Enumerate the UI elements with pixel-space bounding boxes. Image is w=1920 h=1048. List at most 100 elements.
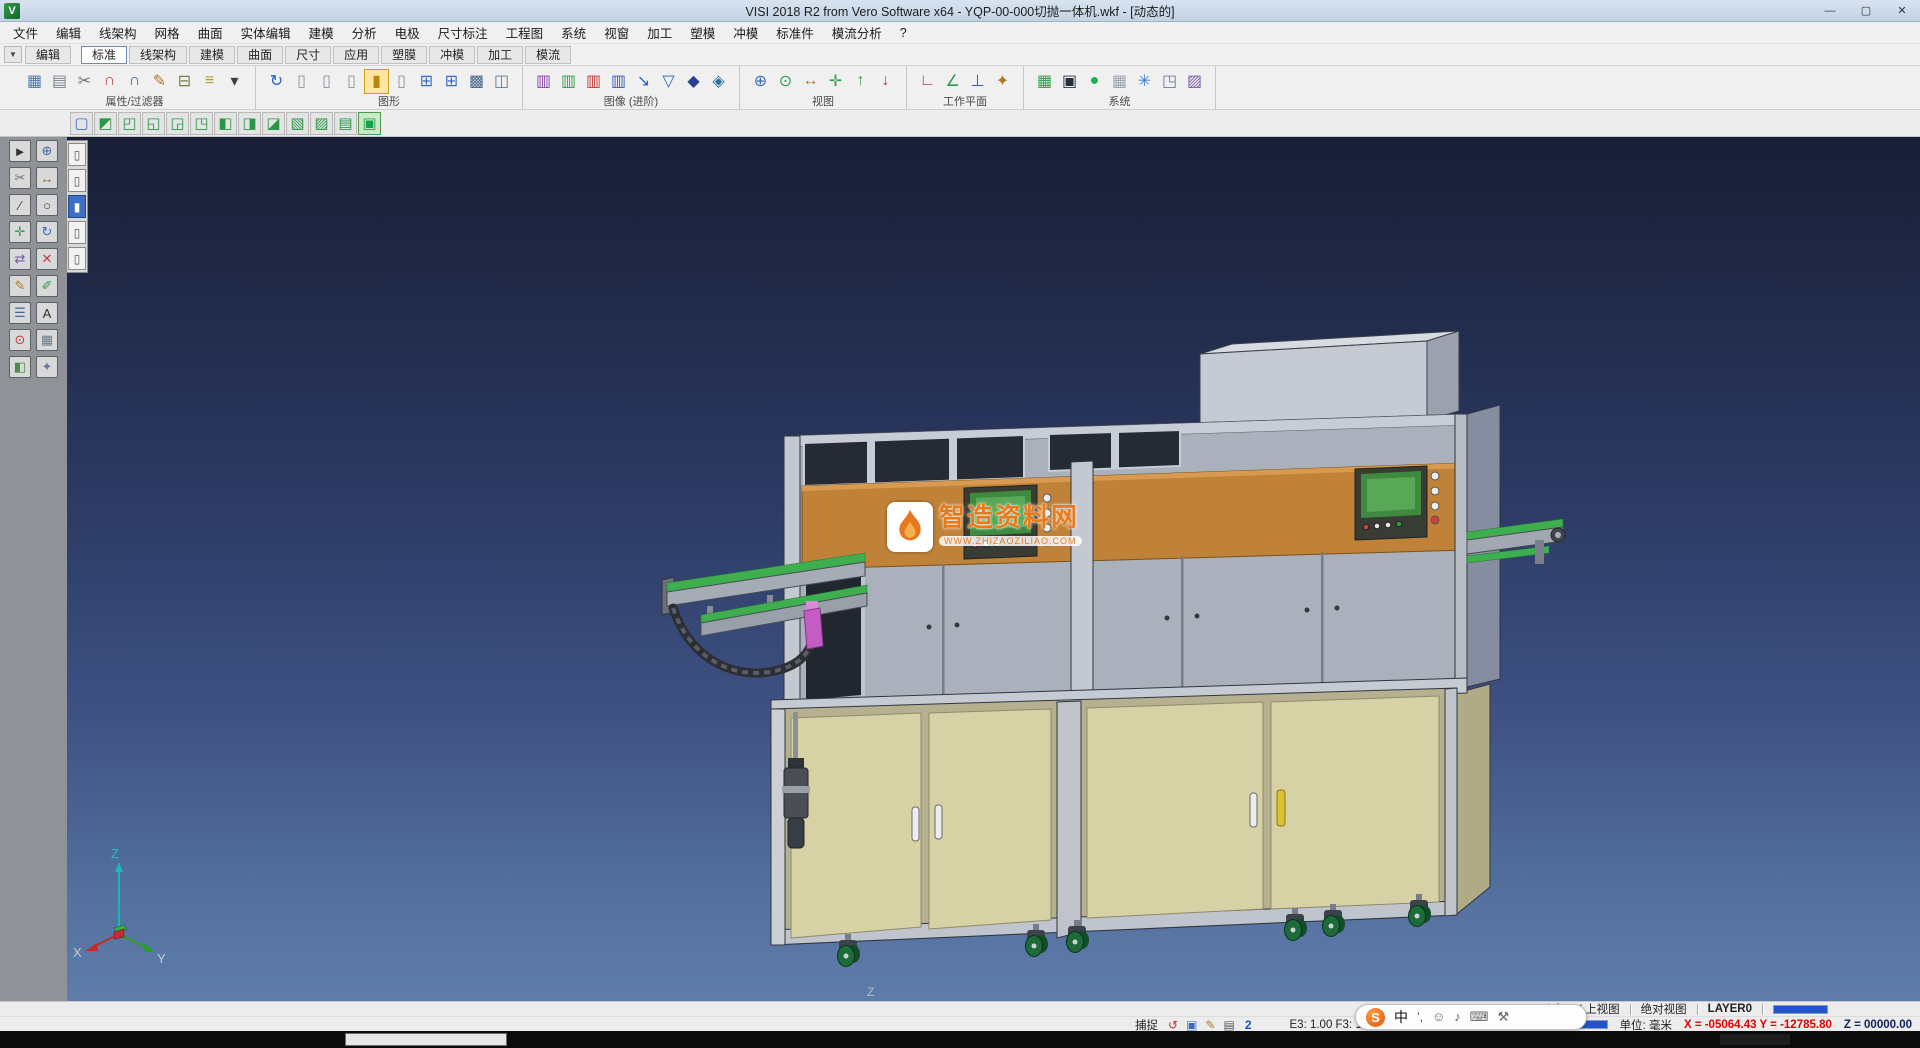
view-bottom-icon[interactable]: ◨	[238, 112, 261, 135]
zoom-window-icon[interactable]: ⊙	[773, 69, 798, 94]
menu-item[interactable]: 塑模	[681, 21, 724, 44]
os-taskbar[interactable]	[0, 1031, 1920, 1048]
erase-icon[interactable]: ⊟	[172, 69, 197, 94]
solid-cube-icon[interactable]: ◆	[681, 69, 706, 94]
image-icon[interactable]: ▣	[1186, 1018, 1197, 1032]
fill-icon[interactable]: ◧	[9, 356, 31, 378]
view-front-icon[interactable]: ◱	[142, 112, 165, 135]
view-up-icon[interactable]: ↑	[848, 69, 873, 94]
layer-label[interactable]: LAYER0	[1708, 1003, 1752, 1015]
menu-item[interactable]: 建模	[300, 21, 343, 44]
grid-blue-1-icon[interactable]: ⊞	[414, 69, 439, 94]
tab[interactable]: 曲面	[237, 46, 283, 64]
annotate-icon[interactable]: ✎	[1205, 1018, 1215, 1032]
menu-item[interactable]: 实体编辑	[232, 21, 300, 44]
filter-print-icon[interactable]: ▤	[47, 69, 72, 94]
toolbox-icon[interactable]: ⚒	[1498, 1009, 1510, 1025]
match-props-icon[interactable]: ≡	[197, 69, 222, 94]
select-arrow-icon[interactable]: ►	[9, 140, 31, 162]
overflow-chevron-icon[interactable]: ▾	[222, 69, 247, 94]
image-adv-4-icon[interactable]: ▥	[606, 69, 631, 94]
snap-icon[interactable]: ⊙	[9, 329, 31, 351]
keyboard-icon[interactable]: ⌨	[1470, 1009, 1489, 1025]
tab-dropdown-button[interactable]: ▼	[4, 46, 22, 63]
view-top-icon[interactable]: ◰	[118, 112, 141, 135]
maximize-button[interactable]: ▢	[1848, 0, 1884, 21]
settings-icon[interactable]: ✦	[36, 356, 58, 378]
edit-pen-icon[interactable]: ✎	[147, 69, 172, 94]
doc-tool-4[interactable]: ▯	[68, 221, 86, 244]
tab[interactable]: 加工	[477, 46, 523, 64]
view-iso-icon[interactable]: ◩	[94, 112, 117, 135]
persp-grid-icon[interactable]: ▨	[1182, 69, 1207, 94]
close-button[interactable]: ✕	[1884, 0, 1920, 21]
wireframe-view-icon[interactable]: ▯	[289, 69, 314, 94]
view-axon-3-icon[interactable]: ▨	[310, 112, 333, 135]
zoom-scale-icon[interactable]: ↔	[798, 69, 823, 94]
tab[interactable]: 塑膜	[381, 46, 427, 64]
menu-item[interactable]: 文件	[4, 21, 47, 44]
view-axon-4-icon[interactable]: ▤	[334, 112, 357, 135]
tab[interactable]: 应用	[333, 46, 379, 64]
view-back-icon[interactable]: ◧	[214, 112, 237, 135]
mic-icon[interactable]: ♪	[1454, 1009, 1461, 1025]
color-grid-icon[interactable]: ▦	[1032, 69, 1057, 94]
funnel-icon[interactable]: ▽	[656, 69, 681, 94]
measure-icon[interactable]: ↔	[36, 167, 58, 189]
mesh-grid-icon[interactable]: ▦	[1107, 69, 1132, 94]
snowflake-icon[interactable]: ✳	[1132, 69, 1157, 94]
tab[interactable]: 线架构	[129, 46, 187, 64]
sogou-logo-icon[interactable]: S	[1366, 1008, 1385, 1027]
delete-icon[interactable]: ✕	[36, 248, 58, 270]
doc-tool-5[interactable]: ▯	[68, 247, 86, 270]
workplane-star-icon[interactable]: ✦	[990, 69, 1015, 94]
workplane-normal-icon[interactable]: ⊥	[965, 69, 990, 94]
monitor-icon[interactable]: ▣	[1057, 69, 1082, 94]
tab[interactable]: 尺寸	[285, 46, 331, 64]
doc-tool-3[interactable]: ▮	[68, 195, 86, 218]
zoom-plus-icon[interactable]: ⊕	[36, 140, 58, 162]
doc-tool-2[interactable]: ▯	[68, 169, 86, 192]
ime-mode-indicator[interactable]: 中	[1394, 1007, 1408, 1027]
view-left-icon[interactable]: ◳	[190, 112, 213, 135]
menu-item[interactable]: ?	[891, 24, 916, 42]
single-viewport-icon[interactable]: ▢	[70, 112, 93, 135]
sogou-input-bar[interactable]: S 中 ’, ☺♪⌨⚒	[1355, 1004, 1587, 1030]
workplane-xy-icon[interactable]: ∟	[915, 69, 940, 94]
menu-item[interactable]: 标准件	[767, 21, 823, 44]
section-view-icon[interactable]: ◫	[489, 69, 514, 94]
line-icon[interactable]: ∕	[9, 194, 31, 216]
brush-icon[interactable]: ✐	[36, 275, 58, 297]
hidden-line-icon[interactable]: ▯	[314, 69, 339, 94]
magnet-red-icon[interactable]: ∩	[97, 69, 122, 94]
image-adv-2-icon[interactable]: ▥	[556, 69, 581, 94]
tab[interactable]: 冲模	[429, 46, 475, 64]
tab[interactable]: 模流	[525, 46, 571, 64]
menu-item[interactable]: 尺寸标注	[429, 21, 497, 44]
menu-item[interactable]: 工程图	[497, 21, 553, 44]
tab[interactable]: 标准	[81, 46, 127, 64]
circle-icon[interactable]: ○	[36, 194, 58, 216]
menu-item[interactable]: 模流分析	[823, 21, 891, 44]
tab[interactable]: 建模	[189, 46, 235, 64]
view-shaded-icon[interactable]: ▣	[358, 112, 381, 135]
emoji-icon[interactable]: ☺	[1432, 1009, 1445, 1025]
apply-arrow-icon[interactable]: ↘	[631, 69, 656, 94]
doc-tool-1[interactable]: ▯	[68, 143, 86, 166]
tab[interactable]: 编辑	[25, 46, 71, 64]
pan-icon[interactable]: ✛	[823, 69, 848, 94]
redraw-icon[interactable]: ↻	[264, 69, 289, 94]
menu-item[interactable]: 网格	[146, 21, 189, 44]
ghost-cube-icon[interactable]: ◈	[706, 69, 731, 94]
image-adv-3-icon[interactable]: ▥	[581, 69, 606, 94]
grid-blue-2-icon[interactable]: ⊞	[439, 69, 464, 94]
sphere-icon[interactable]: ●	[1082, 69, 1107, 94]
menu-item[interactable]: 编辑	[47, 21, 90, 44]
zoom-all-icon[interactable]: ⊕	[748, 69, 773, 94]
view-axon-1-icon[interactable]: ◪	[262, 112, 285, 135]
mirror-icon[interactable]: ⇄	[9, 248, 31, 270]
taskbar-tray-area[interactable]	[1720, 1034, 1790, 1045]
view-down-icon[interactable]: ↓	[873, 69, 898, 94]
shaded-edges-icon[interactable]: ▮	[364, 69, 389, 94]
snapshot-icon[interactable]: ↺	[1168, 1018, 1178, 1032]
